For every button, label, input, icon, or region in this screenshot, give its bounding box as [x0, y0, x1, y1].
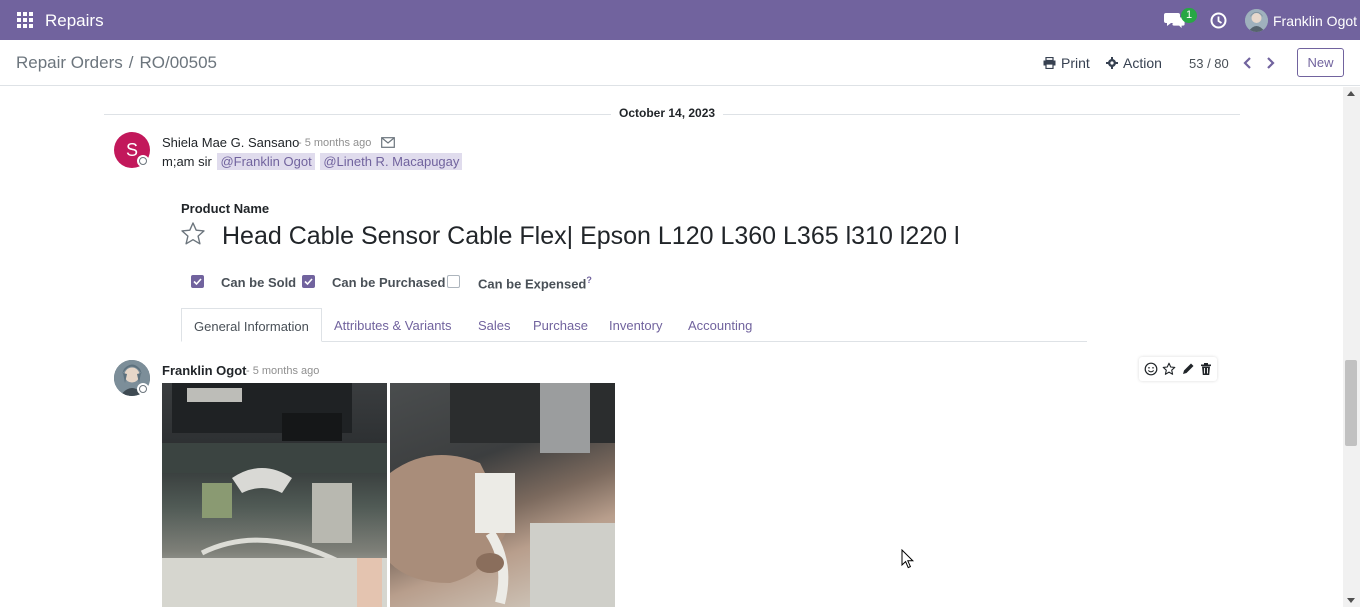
message-date: - 5 months ago	[298, 137, 372, 149]
edit-pencil-icon[interactable]	[1181, 362, 1195, 376]
message-body: m;am sir @Franklin Ogot @Lineth R. Macap…	[162, 153, 463, 170]
product-name-label: Product Name	[181, 201, 270, 216]
message-actions	[1139, 357, 1217, 381]
breadcrumb: Repair Orders / RO/00505	[16, 53, 217, 73]
chevron-left-icon[interactable]	[1242, 55, 1254, 71]
user-name[interactable]: Franklin Ogot	[1273, 13, 1357, 29]
presence-status-icon	[137, 155, 149, 167]
message-author[interactable]: Franklin Ogot	[162, 363, 247, 378]
can-be-sold-label: Can be Sold	[221, 275, 297, 290]
can-be-expensed-checkbox[interactable]	[447, 275, 460, 288]
apps-grid-icon[interactable]	[17, 12, 33, 28]
clock-icon[interactable]	[1210, 12, 1227, 29]
can-be-expensed-text: Can be Expensed	[478, 276, 587, 292]
tab-inventory[interactable]: Inventory	[609, 318, 662, 333]
tab-general-information[interactable]: General Information	[181, 308, 322, 342]
message-author[interactable]: Shiela Mae G. Sansano	[162, 135, 299, 150]
chevron-right-icon[interactable]	[1264, 55, 1276, 71]
mouse-cursor-icon	[901, 549, 915, 569]
vertical-scrollbar[interactable]	[1343, 87, 1360, 607]
scroll-up-arrow-icon[interactable]	[1347, 91, 1355, 96]
envelope-icon	[381, 137, 395, 148]
help-tooltip-icon[interactable]: ?	[586, 275, 592, 285]
breadcrumb-parent[interactable]: Repair Orders	[16, 53, 123, 72]
attachment-image[interactable]	[390, 383, 615, 607]
breadcrumb-current: RO/00505	[139, 53, 218, 72]
date-separator: October 14, 2023	[611, 106, 724, 120]
checkmark-icon	[304, 278, 313, 286]
tab-sales[interactable]: Sales	[478, 318, 511, 333]
scroll-thumb[interactable]	[1345, 360, 1357, 446]
mention-link[interactable]: @Lineth R. Macapugay	[320, 153, 463, 170]
top-navbar: Repairs 1 Franklin Ogot	[0, 0, 1360, 40]
chat-count-badge: 1	[1181, 8, 1197, 23]
attachment-image[interactable]	[162, 383, 387, 607]
can-be-purchased-checkbox[interactable]	[302, 275, 315, 288]
print-icon	[1043, 57, 1056, 69]
new-button[interactable]: New	[1297, 48, 1344, 77]
pager-value[interactable]: 53 / 80	[1189, 56, 1229, 71]
star-message-icon[interactable]	[1162, 362, 1176, 376]
message-date: - 5 months ago	[246, 365, 320, 377]
control-panel: Repair Orders / RO/00505 Print Action 53 /…	[0, 40, 1360, 86]
print-button[interactable]: Print	[1043, 55, 1090, 71]
trash-icon[interactable]	[1199, 362, 1213, 376]
scroll-down-arrow-icon[interactable]	[1347, 598, 1355, 603]
star-icon[interactable]	[180, 221, 206, 246]
breadcrumb-separator: /	[128, 53, 134, 72]
product-name-input[interactable]: Head Cable Sensor Cable Flex| Epson L120…	[222, 222, 960, 251]
message-text: m;am sir	[162, 154, 212, 169]
emoji-reaction-icon[interactable]	[1144, 362, 1158, 376]
tab-purchase[interactable]: Purchase	[533, 318, 588, 333]
presence-status-icon	[137, 383, 149, 395]
action-label: Action	[1123, 55, 1162, 71]
tab-attributes-variants[interactable]: Attributes & Variants	[334, 318, 452, 333]
print-label: Print	[1061, 55, 1090, 71]
checkmark-icon	[193, 278, 202, 286]
can-be-expensed-label: Can be Expensed?	[478, 275, 592, 291]
mention-link[interactable]: @Franklin Ogot	[217, 153, 315, 170]
avatar-letter: S	[125, 140, 138, 160]
app-name[interactable]: Repairs	[45, 11, 104, 31]
gear-icon	[1106, 57, 1118, 69]
can-be-purchased-label: Can be Purchased	[332, 275, 446, 290]
tab-accounting[interactable]: Accounting	[688, 318, 752, 333]
can-be-sold-checkbox[interactable]	[191, 275, 204, 288]
user-avatar[interactable]	[1245, 9, 1268, 32]
action-button[interactable]: Action	[1106, 55, 1162, 71]
